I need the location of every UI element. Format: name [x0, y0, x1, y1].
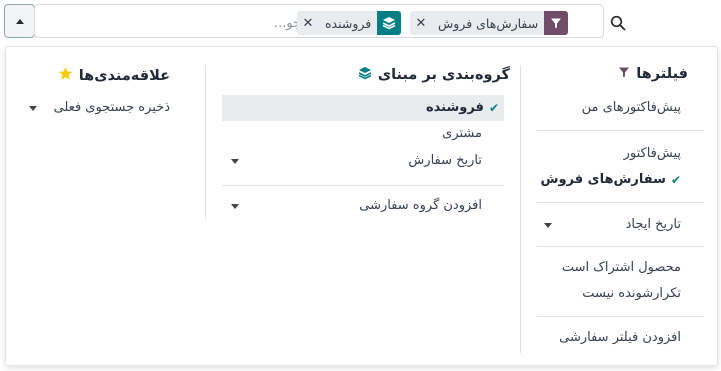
- caret-down-icon[interactable]: [231, 204, 239, 209]
- groupby-option[interactable]: مشتری: [442, 126, 482, 141]
- filter-option[interactable]: محصول اشتراک است: [562, 260, 681, 275]
- caret-down-icon[interactable]: [544, 223, 552, 228]
- divider: [537, 202, 704, 203]
- add-custom-group[interactable]: افزودن گروه سفارشی: [359, 198, 482, 213]
- divider: [537, 246, 704, 247]
- filter-option-created-date[interactable]: تاریخ ایجاد: [626, 217, 681, 232]
- filter-icon: [544, 11, 569, 35]
- caret-down-icon[interactable]: [231, 159, 239, 164]
- groupby-title: گروه‌بندی بر مبنای: [358, 66, 510, 84]
- caret-down-icon[interactable]: [29, 106, 37, 111]
- groupby-option[interactable]: فروشنده ✔: [426, 100, 499, 115]
- facet-label: سفارش‌های فروش: [438, 15, 539, 31]
- divider: [537, 316, 704, 317]
- groupby-option-order-date[interactable]: تاریخ سفارش: [408, 153, 482, 168]
- filter-option[interactable]: پیش‌فاکتور: [624, 146, 681, 161]
- divider: [537, 130, 704, 131]
- search-options-panel: فیلترها پیش‌فاکتورهای من پیش‌فاکتور سفار…: [5, 46, 718, 366]
- filter-option[interactable]: تکرارشونده نیست: [582, 286, 681, 301]
- star-icon: [58, 66, 73, 85]
- layers-icon: [358, 66, 372, 84]
- facet-remove-icon[interactable]: ✕: [297, 11, 319, 35]
- facet-filter-sales-orders: سفارش‌های فروش ✕: [410, 11, 569, 35]
- filters-title: فیلترها: [618, 66, 688, 82]
- facet-remove-icon[interactable]: ✕: [410, 11, 432, 35]
- column-divider: [205, 65, 206, 219]
- facet-label: فروشنده: [325, 15, 372, 31]
- search-bar: فروشنده ✕ سفارش‌های فروش ✕: [34, 4, 626, 38]
- facet-groupby-salesperson: فروشنده ✕: [297, 11, 402, 35]
- divider: [222, 185, 504, 186]
- filter-option[interactable]: سفارش‌های فروش ✔: [541, 172, 681, 187]
- layers-icon: [377, 11, 402, 35]
- search-icon[interactable]: [610, 15, 628, 33]
- filter-icon: [618, 66, 630, 82]
- add-custom-filter[interactable]: افزودن فیلتر سفارشی: [559, 330, 681, 345]
- checkmark-icon: ✔: [488, 100, 499, 115]
- column-divider: [520, 65, 521, 353]
- checkmark-icon: ✔: [670, 172, 681, 187]
- favorites-title: علاقه‌مندی‌ها: [58, 66, 170, 85]
- caret-up-icon: [15, 18, 24, 24]
- search-panel-toggle-button[interactable]: [4, 4, 35, 38]
- filter-option[interactable]: پیش‌فاکتورهای من: [582, 100, 681, 115]
- save-current-search[interactable]: ذخیره جستجوی فعلی: [54, 100, 170, 115]
